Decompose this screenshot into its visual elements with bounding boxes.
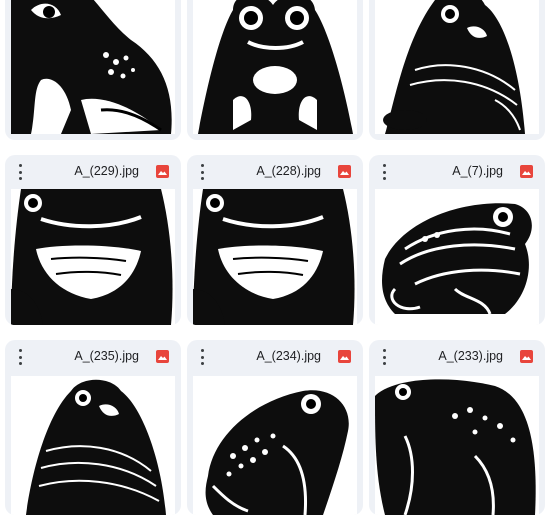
more-options-icon[interactable] [197,349,207,365]
more-options-icon[interactable] [15,164,25,180]
file-thumbnail[interactable] [193,376,357,515]
frog-image [382,203,532,315]
file-card-header: A_(235).jpg [5,340,181,374]
file-thumbnail[interactable] [11,376,175,515]
file-card[interactable]: A_(228).jpg [187,155,363,325]
frog-image [193,189,355,325]
file-thumbnail[interactable] [11,189,175,325]
more-options-icon[interactable] [15,349,25,365]
file-thumbnail[interactable] [375,0,539,134]
file-card-header: A_(7).jpg [369,155,545,189]
file-name: A_(235).jpg [74,349,139,363]
file-card-header: A_(233).jpg [369,340,545,374]
file-card[interactable]: A_(233).jpg [369,340,545,515]
file-thumbnail[interactable] [193,189,357,325]
image-icon [338,165,351,178]
file-thumbnail[interactable] [193,0,357,134]
frog-image [11,189,173,325]
file-name: A_(228).jpg [256,164,321,178]
image-icon [520,165,533,178]
file-card[interactable] [5,0,181,140]
file-card-header: A_(229).jpg [5,155,181,189]
file-card[interactable] [369,0,545,140]
frog-image [26,379,166,515]
file-card[interactable]: A_(235).jpg [5,340,181,515]
file-grid: A_(229).jpg A_(228).jpg A_(7).jpg A_(235… [0,0,549,515]
file-name: A_(7).jpg [452,164,503,178]
frog-image [383,0,525,134]
file-card[interactable]: A_(7).jpg [369,155,545,325]
file-name: A_(234).jpg [256,349,321,363]
image-icon [338,350,351,363]
file-card-header: A_(228).jpg [187,155,363,189]
file-thumbnail[interactable] [11,0,175,134]
image-icon [520,350,533,363]
frog-image [205,390,349,515]
file-thumbnail[interactable] [375,189,539,325]
image-icon [156,350,169,363]
image-icon [156,165,169,178]
file-name: A_(233).jpg [438,349,503,363]
file-card[interactable]: A_(229).jpg [5,155,181,325]
file-card[interactable]: A_(234).jpg [187,340,363,515]
file-thumbnail[interactable] [375,376,539,515]
more-options-icon[interactable] [197,164,207,180]
file-name: A_(229).jpg [74,164,139,178]
file-card-header: A_(234).jpg [187,340,363,374]
more-options-icon[interactable] [379,349,389,365]
frog-image [11,0,172,134]
file-card[interactable] [187,0,363,140]
more-options-icon[interactable] [379,164,389,180]
frog-image [198,0,353,134]
frog-image [375,379,536,515]
